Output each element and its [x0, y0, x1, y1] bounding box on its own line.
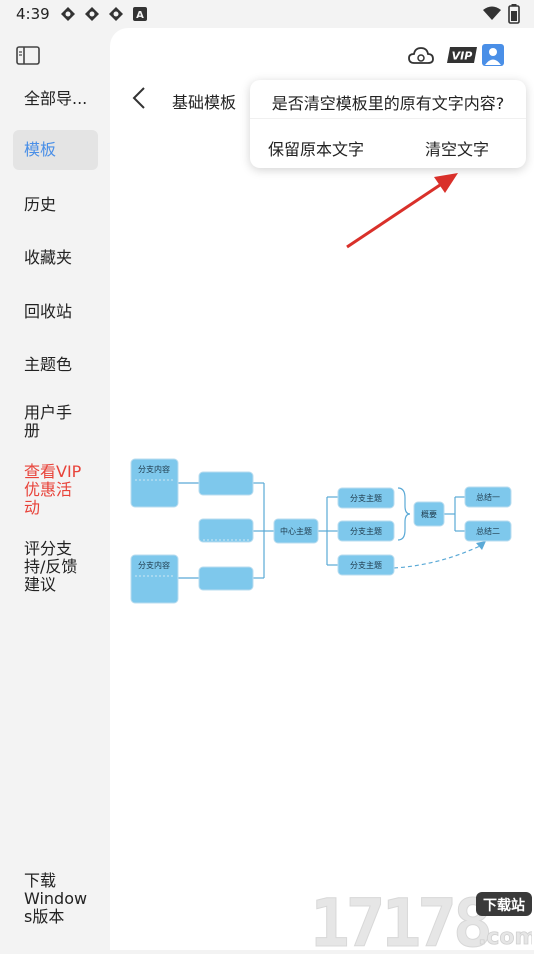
annotation-arrow	[346, 179, 447, 249]
summary-label: 概要	[421, 509, 437, 519]
branch-topic-label: 分支主题	[350, 560, 382, 570]
site-watermark: 17178 下载站 .com	[310, 885, 534, 954]
watermark-digits: 17178	[310, 888, 489, 950]
branch-topic-label: 分支主题	[350, 493, 382, 503]
watermark-domain: .com	[478, 925, 532, 950]
mindmap-branch-content[interactable]: 分支内容	[130, 554, 179, 604]
mindmap-branch-content[interactable]: 分支内容	[130, 458, 179, 508]
branch-content-label: 分支内容	[138, 464, 170, 474]
annotation-arrow-head	[434, 173, 458, 193]
summary-item-label: 总结一	[476, 492, 500, 502]
mindmap-preview[interactable]: 分支内容 分支内容 中心主题 分支主题 分支主题 分支主题 概要 总结一 总结二	[0, 0, 534, 950]
watermark-badge-text: 下载站	[483, 897, 525, 914]
mindmap-empty-topic[interactable]	[198, 518, 254, 543]
branch-topic-label: 分支主题	[350, 526, 382, 536]
mindmap-empty-topic[interactable]	[198, 566, 254, 591]
mindmap-empty-topic[interactable]	[198, 471, 254, 496]
branch-content-label: 分支内容	[138, 560, 170, 570]
center-topic-label: 中心主题	[280, 526, 312, 536]
summary-item-label: 总结二	[476, 526, 500, 536]
